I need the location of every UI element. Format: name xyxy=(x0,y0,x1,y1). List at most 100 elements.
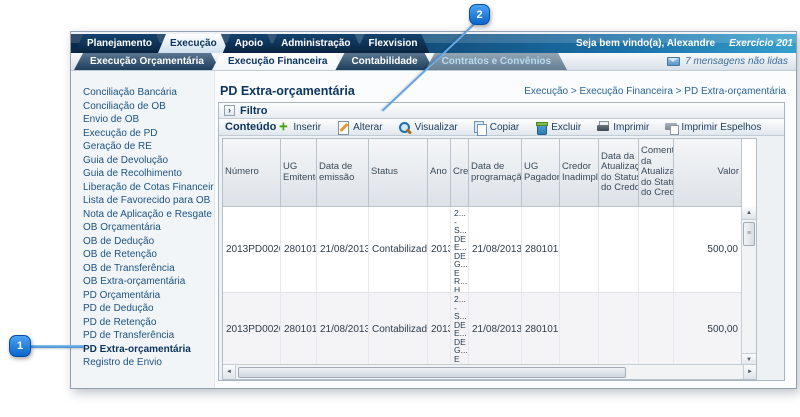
main-content: PD Extra-orçamentária Execução > Execuçã… xyxy=(215,71,796,388)
vertical-scroll-thumb[interactable] xyxy=(743,222,755,246)
app-body: Conciliação BancáriaConciliação de OBEnv… xyxy=(71,71,796,388)
module-tab-execucao-orcamentaria[interactable]: Execução Orçamentária xyxy=(74,53,220,70)
cell-data_programacao: 21/08/2013 xyxy=(469,207,522,292)
cell-data_programacao: 21/08/2013 xyxy=(469,293,522,365)
delete-bin-icon xyxy=(534,121,548,134)
cell-status: Contabilizado xyxy=(369,207,428,292)
sidebar-item-pd-orcamentaria[interactable]: PD Orçamentária xyxy=(71,289,214,303)
imprimir-espelhos-button[interactable]: Imprimir Espelhos xyxy=(664,121,761,134)
cell-valor: 500,00 xyxy=(674,293,742,365)
horizontal-scrollbar[interactable] xyxy=(223,364,756,379)
visualizar-button[interactable]: Visualizar xyxy=(398,121,458,134)
column-header-ano: Ano xyxy=(428,139,451,207)
scroll-right-arrow-icon[interactable] xyxy=(743,365,756,379)
table-body: 2013PD0020728010121/08/2013Contabilizado… xyxy=(223,207,742,366)
filter-expand-button chevron-expand-icon[interactable] xyxy=(224,105,235,116)
sidebar-item-nota-de-aplicacao-e-resgate[interactable]: Nota de Aplicação e Resgate xyxy=(71,208,214,222)
sidebar-item-conciliacao-bancaria[interactable]: Conciliação Bancária xyxy=(71,86,214,100)
column-header-data-de-programacao: Data de programação xyxy=(469,139,522,207)
cell-ug_pagadora: 280101 xyxy=(522,207,560,292)
envelope-icon xyxy=(667,57,680,66)
scroll-left-arrow-icon[interactable] xyxy=(223,365,236,379)
cell-comentario_atualizacao_status xyxy=(639,293,674,365)
sidebar-item-ob-de-retencao[interactable]: OB de Retenção xyxy=(71,248,214,262)
column-header-credor: Credor xyxy=(451,139,469,207)
top-tab-administracao[interactable]: Administração xyxy=(269,34,362,53)
copiar-button[interactable]: Copiar xyxy=(473,121,519,134)
excluir-button[interactable]: Excluir xyxy=(534,121,581,134)
table-row[interactable]: 2013PD0020628010121/08/2013Contabilizado… xyxy=(223,293,742,366)
column-header-status: Status xyxy=(369,139,428,207)
sidebar-item-pd-de-deducao[interactable]: PD de Dedução xyxy=(71,302,214,316)
printer-mirror-icon xyxy=(664,121,678,134)
sidebar-item-conciliacao-de-ob[interactable]: Conciliação de OB xyxy=(71,100,214,114)
top-nav-tabs: PlanejamentoExecuçãoApoioAdministraçãoFl… xyxy=(71,34,429,53)
data-table: NúmeroUG EmitenteData de emissãoStatusAn… xyxy=(222,138,757,380)
sidebar-item-envio-de-ob[interactable]: Envio de OB xyxy=(71,113,214,127)
copy-pages-icon xyxy=(473,121,487,134)
filter-label: Filtro xyxy=(240,105,268,117)
sidebar-item-ob-orcamentaria[interactable]: OB Orçamentária xyxy=(71,221,214,235)
sidebar-item-ob-extra-orcamentaria[interactable]: OB Extra-orçamentária xyxy=(71,275,214,289)
cell-ug_emitente: 280101 xyxy=(281,293,317,365)
cell-numero: 2013PD00206 xyxy=(223,293,281,365)
cell-ano: 2013 xyxy=(428,293,451,365)
insert-plus-icon xyxy=(276,121,290,134)
sidebar-item-ob-de-deducao[interactable]: OB de Dedução xyxy=(71,235,214,249)
unread-messages-link[interactable]: 7 mensagens não lidas xyxy=(667,53,796,70)
excluir-label: Excluir xyxy=(551,122,581,133)
alterar-button[interactable]: Alterar xyxy=(336,121,382,134)
module-tab-contabilidade[interactable]: Contabilidade xyxy=(335,53,433,70)
sidebar-item-lista-de-favorecido-para-ob[interactable]: Lista de Favorecido para OB xyxy=(71,194,214,208)
content-toolbar: Conteúdo Inserir Alterar Visualizar Copiar E… xyxy=(219,119,784,136)
inserir-button[interactable]: Inserir xyxy=(276,121,321,134)
column-header-data-da-atualizacao-do-status-do-credor: Data da Atualização do Status do Credor xyxy=(599,139,639,207)
magnifier-icon xyxy=(398,121,412,134)
top-tab-planejamento[interactable]: Planejamento xyxy=(75,34,164,53)
cell-data_atualizacao_status xyxy=(599,293,639,365)
module-tabs: Execução OrçamentáriaExecução Financeira… xyxy=(71,53,567,70)
sidebar-menu: Conciliação BancáriaConciliação de OBEnv… xyxy=(71,71,215,388)
scroll-up-arrow-icon[interactable] xyxy=(742,207,756,220)
column-header-credor-inadimplente: Credor Inadimplente xyxy=(560,139,599,207)
alterar-label: Alterar xyxy=(353,122,382,133)
sidebar-item-liberacao-de-cotas-financeiras[interactable]: Liberação de Cotas Financeiras xyxy=(71,181,214,195)
sidebar-item-execucao-de-pd[interactable]: Execução de PD xyxy=(71,127,214,141)
sidebar-item-pd-extra-orcamentaria[interactable]: PD Extra-orçamentária xyxy=(71,343,214,357)
sidebar-item-guia-de-recolhimento[interactable]: Guia de Recolhimento xyxy=(71,167,214,181)
sidebar-item-ob-de-transferencia[interactable]: OB de Transferência xyxy=(71,262,214,276)
sidebar-item-registro-de-envio[interactable]: Registro de Envio xyxy=(71,356,214,370)
cell-ug_emitente: 280101 xyxy=(281,207,317,292)
column-header-comentario-da-atualizacao-do-status-do-credor: Comentário da Atualização do Status do C… xyxy=(639,139,674,207)
cell-data_emissao: 21/08/2013 xyxy=(317,293,369,365)
filter-bar: Filtro xyxy=(219,103,784,119)
top-tab-flexvision[interactable]: Flexvision xyxy=(357,34,430,53)
table-header-row: NúmeroUG EmitenteData de emissãoStatusAn… xyxy=(223,139,756,207)
imprimir-button[interactable]: Imprimir xyxy=(596,121,649,134)
column-header-ug-pagadora: UG Pagadora xyxy=(522,139,560,207)
copiar-label: Copiar xyxy=(490,122,519,133)
imprimir-espelhos-label: Imprimir Espelhos xyxy=(681,122,761,133)
page-title: PD Extra-orçamentária xyxy=(220,84,355,98)
cell-data_emissao: 21/08/2013 xyxy=(317,207,369,292)
sidebar-item-geracao-de-re[interactable]: Geração de RE xyxy=(71,140,214,154)
table-row[interactable]: 2013PD0020728010121/08/2013Contabilizado… xyxy=(223,207,742,293)
title-row: PD Extra-orçamentária Execução > Execuçã… xyxy=(220,84,786,98)
top-nav-right: Seja bem vindo(a), Alexandre Exercício 2… xyxy=(576,34,796,53)
cell-credor: 2... - S... DE E... DE G... E R... H... xyxy=(451,293,469,365)
callout-badge-2: 2 xyxy=(469,4,490,25)
cell-comentario_atualizacao_status xyxy=(639,207,674,292)
exercise-label: Exercício 201 xyxy=(729,38,793,49)
breadcrumb: Execução > Execução Financeira > PD Extr… xyxy=(524,84,786,97)
top-tab-execucao[interactable]: Execução xyxy=(158,34,229,53)
module-tab-contratos-e-convenios[interactable]: Contratos e Convênios xyxy=(426,53,567,70)
top-tab-apoio[interactable]: Apoio xyxy=(223,34,275,53)
sidebar-item-guia-de-devolucao[interactable]: Guia de Devolução xyxy=(71,154,214,168)
vertical-scrollbar[interactable] xyxy=(741,207,756,366)
horizontal-scroll-thumb[interactable] xyxy=(238,367,626,378)
sidebar-item-pd-de-transferencia[interactable]: PD de Transferência xyxy=(71,329,214,343)
sidebar-item-pd-de-retencao[interactable]: PD de Retenção xyxy=(71,316,214,330)
edit-pencil-icon xyxy=(336,121,350,134)
module-tab-execucao-financeira[interactable]: Execução Financeira xyxy=(212,53,344,70)
toolbar-label: Conteúdo xyxy=(225,121,276,133)
